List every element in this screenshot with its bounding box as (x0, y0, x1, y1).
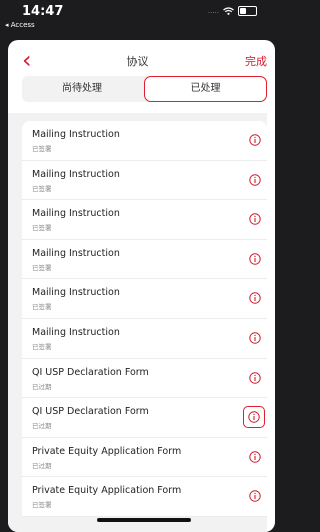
back-to-app-link[interactable]: ◂ Access (5, 21, 35, 29)
item-status: 已过期 (32, 422, 52, 431)
item-status: 已过期 (32, 382, 52, 391)
list-item[interactable]: Mailing Instruction 已签署 (22, 200, 267, 240)
item-title: QI USP Declaration Form (32, 406, 149, 418)
info-icon[interactable] (249, 134, 261, 146)
item-status: 已签署 (32, 501, 52, 510)
home-indicator (97, 518, 191, 522)
battery-icon (238, 6, 257, 16)
info-icon[interactable] (249, 451, 261, 463)
list-item[interactable]: Mailing Instruction 已签署 (22, 121, 267, 161)
page-title: 协议 (126, 55, 149, 68)
agreements-sheet: ‹ 协议 完成 尚待处理 已处理 Mailing Instruction 已签署 M… (8, 40, 275, 532)
item-title: QI USP Declaration Form (32, 366, 149, 378)
info-icon[interactable] (249, 173, 261, 186)
item-status: 已过期 (32, 461, 52, 470)
item-status: 已签署 (32, 303, 52, 312)
list-item[interactable]: Mailing Instruction 已签署 (22, 239, 267, 280)
info-icon[interactable] (249, 253, 261, 265)
item-status: 已签署 (32, 145, 52, 153)
item-title: Mailing Instruction (32, 287, 120, 299)
list-item[interactable]: Mailing Instruction 已签署 (22, 160, 267, 201)
list-item[interactable]: Mailing Instruction 已签署 (22, 279, 267, 319)
status-bar: 14:47 ◂ Access ..... (0, 0, 267, 38)
item-title: Mailing Instruction (32, 168, 120, 180)
agreement-list: Mailing Instruction 已签署 Mailing Instructio… (22, 121, 267, 517)
info-icon[interactable] (249, 292, 261, 305)
item-title: Mailing Instruction (32, 129, 120, 140)
list-background: Mailing Instruction 已签署 Mailing Instructio… (8, 113, 267, 532)
status-icons: ..... (208, 6, 257, 16)
item-title: Mailing Instruction (32, 208, 120, 220)
info-icon[interactable] (249, 371, 261, 384)
done-button[interactable]: 完成 (245, 53, 267, 69)
item-status: 已签署 (32, 263, 52, 272)
tab-processed[interactable]: 已处理 (144, 76, 267, 102)
item-title: Private Equity Application Form (32, 445, 182, 457)
info-icon[interactable] (243, 406, 265, 429)
list-item[interactable]: Private Equity Application Form 已过期 (22, 437, 267, 478)
item-title: Private Equity Application Form (32, 485, 182, 497)
list-item[interactable]: QI USP Declaration Form 已过期 (22, 358, 267, 399)
signal-dots: ..... (207, 7, 219, 15)
wifi-icon (223, 7, 234, 15)
item-status: 已签署 (32, 342, 52, 351)
list-item[interactable]: QI USP Declaration Form 已过期 (22, 398, 267, 438)
info-icon[interactable] (249, 213, 261, 225)
item-title: Mailing Instruction (32, 247, 120, 259)
item-status: 已签署 (32, 184, 52, 193)
info-icon[interactable] (249, 332, 261, 344)
info-icon[interactable] (249, 490, 261, 503)
item-title: Mailing Instruction (32, 326, 120, 338)
item-status: 已签署 (32, 224, 52, 233)
tab-pending[interactable]: 尚待处理 (22, 76, 142, 102)
list-item[interactable]: Private Equity Application Form 已签署 (22, 477, 267, 517)
list-item[interactable]: Mailing Instruction 已签署 (22, 318, 267, 359)
clock: 14:47 (22, 4, 64, 19)
status-segmented-control: 尚待处理 已处理 (22, 76, 267, 102)
